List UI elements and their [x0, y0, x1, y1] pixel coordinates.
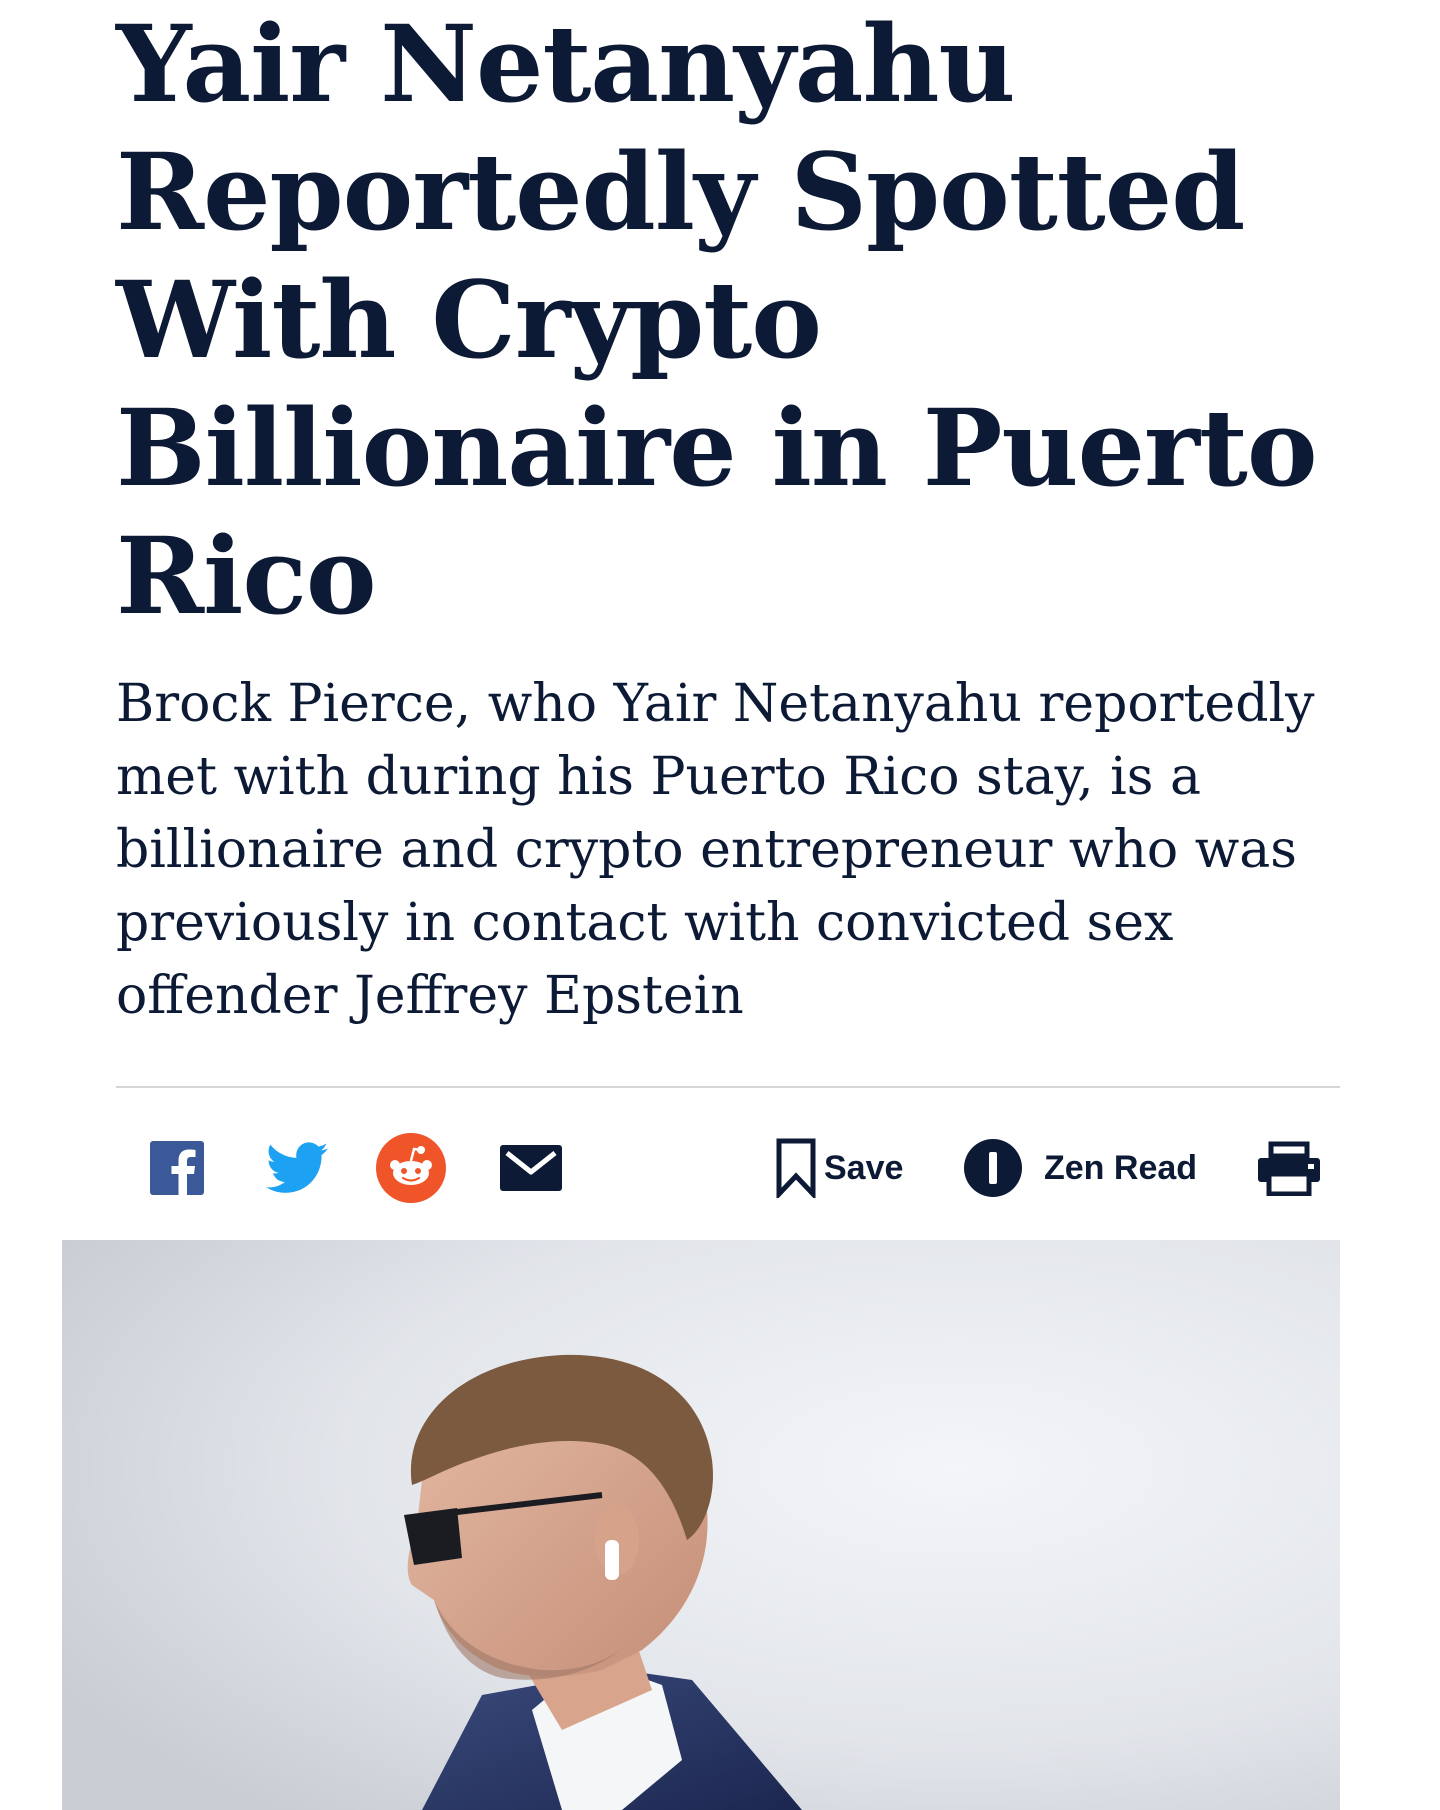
subhead-line: met with during his Puerto Rico stay, is… [116, 747, 1202, 807]
divider [116, 1086, 1340, 1088]
zen-read-icon [964, 1139, 1022, 1197]
headline-line: Billionaire in Puerto [116, 385, 1318, 510]
zen-read-button[interactable]: Zen Read [964, 1130, 1197, 1206]
headline-line: Reportedly Spotted [116, 129, 1245, 254]
subhead-line: Brock Pierce, who Yair Netanyahu reporte… [116, 674, 1315, 734]
email-icon [500, 1145, 562, 1191]
subhead-line: previously in contact with convicted sex [116, 893, 1174, 953]
portrait-photo [62, 1240, 1340, 1810]
headline-line: Yair Netanyahu [116, 1, 1016, 126]
twitter-share-button[interactable] [266, 1130, 328, 1206]
print-button[interactable] [1258, 1130, 1320, 1206]
save-button[interactable]: Save [776, 1130, 903, 1206]
email-share-button[interactable] [500, 1130, 562, 1206]
twitter-icon [266, 1142, 328, 1193]
subheadline: Brock Pierce, who Yair Netanyahu reporte… [116, 668, 1346, 1033]
reddit-icon [376, 1133, 446, 1203]
zen-read-label: Zen Read [1044, 1148, 1198, 1187]
headline: Yair Netanyahu Reportedly Spotted With C… [116, 0, 1318, 640]
bookmark-icon [776, 1138, 816, 1198]
save-label: Save [824, 1148, 904, 1187]
print-icon [1258, 1141, 1320, 1196]
reddit-share-button[interactable] [376, 1130, 446, 1206]
headline-line: Rico [116, 513, 377, 638]
article: Yair Netanyahu Reportedly Spotted With C… [0, 0, 1440, 1810]
hero-image [62, 1240, 1340, 1810]
facebook-share-button[interactable] [150, 1130, 204, 1206]
subhead-line: billionaire and crypto entrepreneur who … [116, 820, 1297, 880]
headline-line: With Crypto [116, 257, 822, 382]
facebook-icon [150, 1141, 204, 1195]
subhead-line: offender Jeffrey Epstein [116, 966, 744, 1026]
share-toolbar: Save Zen Read [116, 1130, 1340, 1206]
